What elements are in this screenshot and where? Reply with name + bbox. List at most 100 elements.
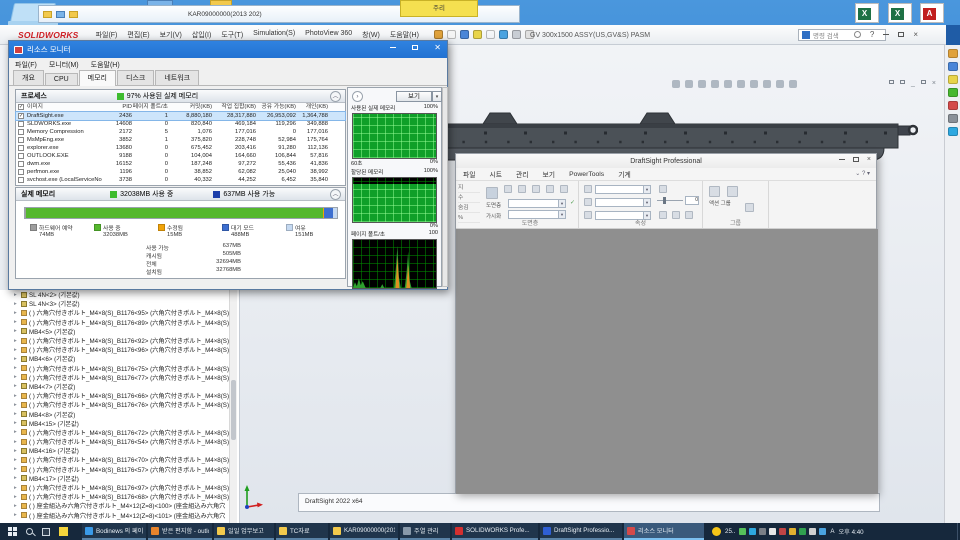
- toolbar-icon[interactable]: [511, 30, 521, 39]
- doc-minimize-icon[interactable]: _: [911, 80, 915, 87]
- process-row[interactable]: svchost.exe (LocalServiceNoNe... 3738 0 …: [16, 176, 345, 184]
- resmon-menu-item[interactable]: 파일(F): [9, 60, 43, 70]
- resmon-menu-item[interactable]: 모니터(M): [43, 60, 85, 70]
- column-header[interactable]: 커밋(KB): [168, 103, 212, 111]
- layer-tool-icon[interactable]: [546, 185, 554, 193]
- layer-tool-icon[interactable]: [560, 185, 568, 193]
- search-icon[interactable]: [26, 528, 33, 535]
- doc-close-icon[interactable]: ×: [932, 80, 936, 87]
- tray-icon[interactable]: [759, 528, 767, 535]
- tray-icon[interactable]: [769, 528, 777, 535]
- draftsight-drawing-area[interactable]: [456, 229, 878, 494]
- expand-arrow-icon[interactable]: ▸: [14, 485, 21, 491]
- expand-arrow-icon[interactable]: ▸: [14, 457, 21, 463]
- excel-file-icon[interactable]: X: [855, 3, 879, 23]
- taskbar-app-button[interactable]: 리소스 모니터: [624, 523, 704, 540]
- column-header[interactable]: 작업 집합(KB): [212, 103, 256, 111]
- column-header[interactable]: 이미지: [27, 103, 43, 111]
- column-header[interactable]: 페이지 폴트/초: [132, 103, 168, 111]
- ime-indicator[interactable]: A: [830, 528, 834, 535]
- feature-tree-item[interactable]: ▸ ( ) 六角穴付きボルト_M4×8(S)_B1176<75> (六角穴付きボ…: [0, 364, 239, 373]
- expand-arrow-icon[interactable]: ▸: [14, 328, 21, 334]
- memory-section-header[interactable]: 실제 메모리 32038MB 사용 중 637MB 사용 가능 ︿: [16, 188, 345, 201]
- feature-tree-item[interactable]: ▸ ( ) 六角穴付きボルト_M4×8(S)_B1176<95> (六角穴付きボ…: [0, 308, 239, 317]
- collapse-chevron-icon[interactable]: ︿: [330, 188, 341, 200]
- toolbar-icon[interactable]: [433, 30, 443, 39]
- minimize-icon[interactable]: [838, 159, 845, 160]
- start-button[interactable]: [8, 527, 17, 536]
- toolbar-icon[interactable]: [498, 30, 508, 39]
- transparency-slider[interactable]: [657, 200, 683, 201]
- checkbox[interactable]: [18, 121, 24, 127]
- taskbar-app-button[interactable]: DraftSight Professio...: [540, 523, 622, 540]
- expand-arrow-icon[interactable]: ▸: [14, 503, 21, 509]
- resmon-tab[interactable]: 메모리: [78, 70, 116, 86]
- expand-arrow-icon[interactable]: ▸: [14, 301, 21, 307]
- draftsight-titlebar[interactable]: DraftSight Professional: [456, 154, 876, 168]
- expand-arrow-icon[interactable]: ▸: [14, 402, 21, 408]
- solidworks-menu-item[interactable]: 보기(V): [155, 30, 187, 40]
- feature-tree-item[interactable]: ▸ MB4<15> (기본값): [0, 419, 239, 428]
- solidworks-menu-item[interactable]: 삽입(I): [187, 30, 217, 40]
- feature-tree-item[interactable]: ▸ ( ) 六角穴付きボルト_M4×8(S)_B1176<57> (六角穴付きボ…: [0, 465, 239, 474]
- tray-icon[interactable]: [779, 528, 787, 535]
- active-layer-combo[interactable]: ▾: [508, 199, 566, 208]
- taskbar-app-button[interactable]: 주열 관리: [400, 523, 450, 540]
- doc-restore-icon[interactable]: [900, 80, 905, 84]
- checkbox[interactable]: [18, 137, 24, 143]
- toolbar-icon[interactable]: [472, 30, 482, 39]
- expand-arrow-icon[interactable]: ▸: [14, 338, 21, 344]
- process-row[interactable]: MsMpEng.exe 3852 1 375,820 228,748 52,98…: [16, 136, 345, 144]
- resmon-titlebar[interactable]: 리소스 모니터 ✕: [9, 41, 447, 58]
- feature-tree-item[interactable]: ▸ ( ) 座金組込み六角穴付きボルト_M4×12(Z=8)<100> (座金組…: [0, 501, 239, 510]
- expand-arrow-icon[interactable]: ▸: [14, 292, 21, 298]
- view-tool-icon[interactable]: [750, 80, 758, 88]
- view-tool-icon[interactable]: [711, 80, 719, 88]
- checkbox[interactable]: [18, 153, 24, 159]
- excel-file-icon[interactable]: X: [888, 3, 912, 23]
- minimize-icon[interactable]: [390, 47, 397, 48]
- close-icon[interactable]: ×: [867, 156, 871, 163]
- line-color-combo[interactable]: ▾: [595, 185, 651, 194]
- process-section-header[interactable]: 프로세스 97% 사용된 실제 메모리 ︿: [16, 90, 345, 103]
- checkbox[interactable]: ✓: [18, 104, 24, 110]
- view-button[interactable]: 보기: [396, 91, 432, 102]
- process-row[interactable]: perfmon.exe 1196 0 38,852 62,082 25,040 …: [16, 168, 345, 176]
- group-tool-icon[interactable]: [709, 186, 720, 197]
- doc-restore-icon[interactable]: [889, 80, 894, 84]
- expand-arrow-icon[interactable]: ▸: [14, 475, 21, 481]
- resmon-tab[interactable]: 디스크: [117, 70, 155, 85]
- explorer-tab[interactable]: 주리: [400, 0, 478, 17]
- ribbon-tab[interactable]: 기계: [611, 169, 638, 179]
- tray-icon[interactable]: [749, 528, 757, 535]
- expand-arrow-icon[interactable]: ▸: [14, 420, 21, 426]
- feature-tree-item[interactable]: ▸ MB4<6> (기본값): [0, 354, 239, 363]
- checkbox[interactable]: [18, 161, 24, 167]
- view-tool-icon[interactable]: [789, 80, 797, 88]
- color-icon[interactable]: [584, 185, 592, 193]
- feature-tree-item[interactable]: ▸ SL 4N<2> (기본값): [0, 290, 239, 299]
- layer-manager-icon[interactable]: [486, 187, 498, 199]
- task-pane-icon[interactable]: [947, 88, 958, 97]
- expand-arrow-icon[interactable]: ▸: [14, 374, 21, 380]
- user-icon[interactable]: [853, 31, 861, 38]
- tray-icon[interactable]: [809, 528, 817, 535]
- chevron-down-icon[interactable]: ▾: [558, 200, 565, 207]
- chevron-down-icon[interactable]: ▾: [643, 186, 650, 193]
- expand-arrow-icon[interactable]: ▸: [14, 365, 21, 371]
- task-pane-icon[interactable]: [947, 49, 958, 58]
- help-icon[interactable]: ?: [870, 30, 874, 39]
- feature-tree-item[interactable]: ▸ ( ) 六角穴付きボルト_M4×8(S)_B1176<89> (六角穴付きボ…: [0, 318, 239, 327]
- solidworks-menu-item[interactable]: 도구(T): [216, 30, 248, 40]
- layer-tool-icon[interactable]: [532, 185, 540, 193]
- expand-arrow-icon[interactable]: ▸: [14, 310, 21, 316]
- panel-scrollbar[interactable]: [442, 87, 448, 287]
- feature-tree-item[interactable]: ▸ ( ) 六角穴付きボルト_M4×8(S)_B1176<97> (六角穴付きボ…: [0, 483, 239, 492]
- layer-tool-icon[interactable]: [518, 185, 526, 193]
- expand-arrow-icon[interactable]: ▸: [14, 439, 21, 445]
- feature-tree-item[interactable]: ▸ ( ) 座金組込み六角穴付きボルト_M4×12(Z=8)<101> (座金組…: [0, 511, 239, 520]
- expand-arrow-icon[interactable]: ▸: [14, 411, 21, 417]
- ribbon-cropped-item[interactable]: %: [458, 213, 480, 223]
- checkbox[interactable]: [18, 177, 24, 183]
- process-row[interactable]: ✓ DraftSight.exe 2436 1 8,880,180 28,317,…: [15, 111, 346, 121]
